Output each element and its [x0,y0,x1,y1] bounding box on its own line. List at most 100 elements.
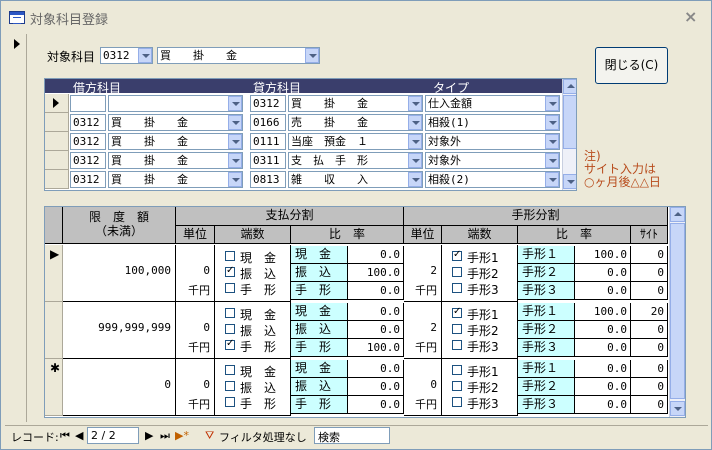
debit-name-combo[interactable] [108,95,243,112]
chevron-down-icon[interactable] [545,172,559,187]
chevron-down-icon[interactable] [228,96,242,111]
pay-ratio-input[interactable]: 0.0 [348,282,404,300]
checkbox[interactable] [452,267,462,277]
checkbox[interactable] [452,397,462,407]
next-record-icon[interactable]: ▶ [145,429,153,442]
limit-cell[interactable]: 100,000 [63,245,176,302]
checkbox[interactable] [452,381,462,391]
checkbox[interactable] [225,338,235,350]
credit-name-combo[interactable]: 買 掛 金 [288,95,423,112]
site-input[interactable]: 0 [631,360,668,378]
checkbox[interactable] [225,265,235,277]
bill-ratio-input[interactable]: 0.0 [575,396,631,414]
credit-code-input[interactable]: 0111 [250,133,286,150]
pay-ratio-input[interactable]: 0.0 [348,378,404,396]
credit-name-combo[interactable]: 当座 預金 １ [288,133,423,150]
bill-ratio-input[interactable]: 0.0 [575,321,631,339]
bill-ratio-input[interactable]: 0.0 [575,282,631,300]
bill-ratio-input[interactable]: 0.0 [575,360,631,378]
scroll-thumb[interactable] [563,95,576,149]
debit-code-input[interactable]: 0312 [70,114,106,131]
credit-name-combo[interactable]: 売 掛 金 [288,114,423,131]
row-selector[interactable] [45,94,69,113]
chevron-down-icon[interactable] [545,115,559,130]
chevron-down-icon[interactable] [138,48,152,63]
credit-code-input[interactable]: 0166 [250,114,286,131]
pay-unit-cell[interactable]: 0 千円 [176,245,215,302]
row-selector[interactable] [45,132,69,151]
checkbox[interactable] [452,306,462,318]
chevron-down-icon[interactable] [408,115,422,130]
type-combo[interactable]: 相殺(2) [425,171,560,188]
chevron-down-icon[interactable] [545,96,559,111]
chevron-down-icon[interactable] [545,134,559,149]
bill-ratio-input[interactable]: 100.0 [575,246,631,264]
close-icon[interactable]: × [684,7,697,26]
pay-ratio-input[interactable]: 0.0 [348,246,404,264]
record-selector[interactable] [5,34,27,422]
checkbox[interactable] [225,251,235,261]
checkbox[interactable] [225,324,235,334]
scrollbar[interactable] [669,207,685,417]
bill-unit-cell[interactable]: 0 千円 [404,359,442,416]
row-selector[interactable]: ✱ [45,359,63,416]
row-selector[interactable] [45,151,69,170]
pay-ratio-input[interactable]: 100.0 [348,264,404,282]
first-record-icon[interactable]: ⏮ [60,429,70,443]
debit-code-input[interactable]: 0312 [70,133,106,150]
debit-name-combo[interactable]: 買 掛 金 [108,133,243,150]
row-selector[interactable]: ▶ [45,245,63,302]
scroll-down-button[interactable] [563,174,576,189]
bill-ratio-input[interactable]: 0.0 [575,378,631,396]
row-selector[interactable] [45,302,63,359]
new-record-icon[interactable]: ▶* [175,429,189,442]
checkbox[interactable] [452,283,462,293]
pay-ratio-input[interactable]: 100.0 [348,339,404,357]
pay-ratio-input[interactable]: 0.0 [348,360,404,378]
chevron-down-icon[interactable] [408,96,422,111]
chevron-down-icon[interactable] [408,172,422,187]
credit-name-combo[interactable]: 雑 収 入 [288,171,423,188]
type-combo[interactable]: 仕入金額 [425,95,560,112]
site-input[interactable]: 0 [631,321,668,339]
bill-ratio-input[interactable]: 0.0 [575,264,631,282]
bill-ratio-input[interactable]: 0.0 [575,339,631,357]
debit-code-input[interactable]: 0312 [70,152,106,169]
bill-unit-cell[interactable]: 2 千円 [404,302,442,359]
chevron-down-icon[interactable] [228,115,242,130]
search-input[interactable]: 検索 [314,427,390,444]
debit-name-combo[interactable]: 買 掛 金 [108,114,243,131]
checkbox[interactable] [225,397,235,407]
checkbox[interactable] [452,340,462,350]
checkbox[interactable] [225,365,235,375]
credit-code-input[interactable]: 0311 [250,152,286,169]
chevron-down-icon[interactable] [545,153,559,168]
debit-name-combo[interactable]: 買 掛 金 [108,171,243,188]
site-input[interactable]: 0 [631,282,668,300]
row-selector[interactable] [45,170,69,189]
type-combo[interactable]: 相殺(1) [425,114,560,131]
bill-unit-cell[interactable]: 2 千円 [404,245,442,302]
chevron-down-icon[interactable] [228,134,242,149]
close-button[interactable]: 閉じる(C) [595,47,668,84]
type-combo[interactable]: 対象外 [425,133,560,150]
credit-code-input[interactable]: 0813 [250,171,286,188]
prev-record-icon[interactable]: ◀ [75,429,83,442]
credit-code-input[interactable]: 0312 [250,95,286,112]
last-record-icon[interactable]: ⏭ [160,429,170,443]
record-number-field[interactable]: 2 / 2 [87,427,139,444]
subject-name-combo[interactable]: 買 掛 金 [157,47,320,64]
site-input[interactable]: 20 [631,303,668,321]
pay-ratio-input[interactable]: 0.0 [348,321,404,339]
pay-unit-cell[interactable]: 0 千円 [176,359,215,416]
subject-code-combo[interactable]: 0312 [100,47,153,64]
scroll-down-button[interactable] [670,401,685,416]
row-selector[interactable] [45,113,69,132]
chevron-down-icon[interactable] [228,153,242,168]
credit-name-combo[interactable]: 支 払 手 形 [288,152,423,169]
site-input[interactable]: 0 [631,246,668,264]
debit-code-input[interactable]: 0312 [70,171,106,188]
limit-cell[interactable]: 999,999,999 [63,302,176,359]
filter-status[interactable]: フィルタ処理なし [219,429,307,445]
checkbox[interactable] [452,324,462,334]
